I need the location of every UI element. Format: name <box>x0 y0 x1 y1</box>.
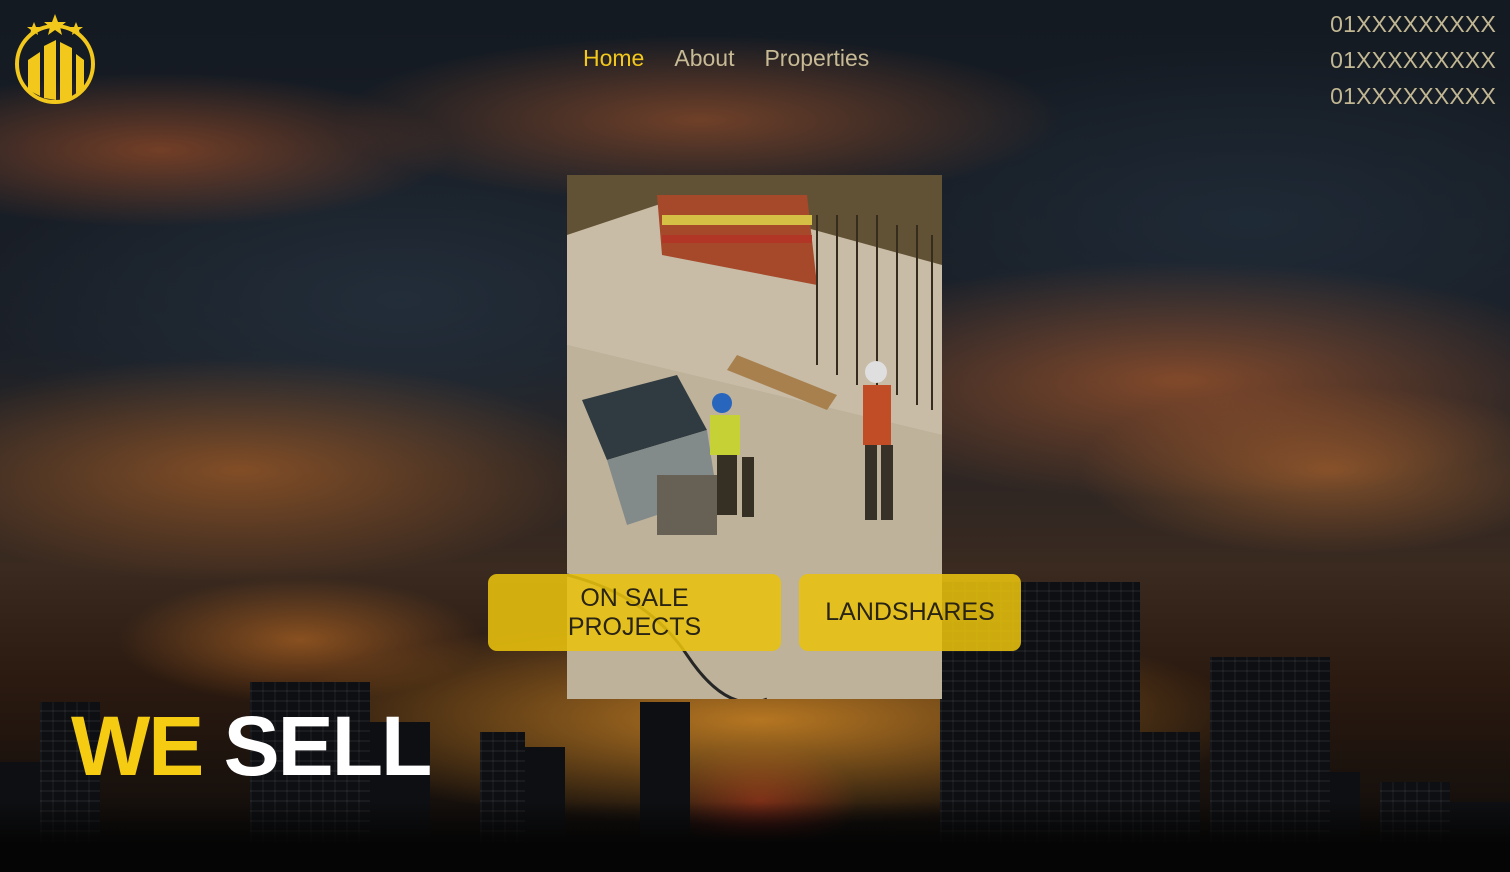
hero-buttons: ON SALE PROJECTS LANDSHARES <box>488 574 1021 651</box>
nav-properties[interactable]: Properties <box>764 44 869 72</box>
hero-tagline: WE SELL <box>71 699 433 793</box>
phone-number[interactable]: 01XXXXXXXXX <box>1330 42 1496 78</box>
tagline-we: WE <box>71 699 204 793</box>
tagline-sell: SELL <box>223 699 433 793</box>
contact-phones: 01XXXXXXXXX 01XXXXXXXXX 01XXXXXXXXX <box>1330 6 1496 114</box>
nav-about[interactable]: About <box>674 44 734 72</box>
phone-number[interactable]: 01XXXXXXXXX <box>1330 78 1496 114</box>
main-nav: Home About Properties <box>583 44 869 72</box>
nav-home[interactable]: Home <box>583 44 644 72</box>
landshares-button[interactable]: LANDSHARES <box>799 574 1021 651</box>
phone-number[interactable]: 01XXXXXXXXX <box>1330 6 1496 42</box>
on-sale-projects-button[interactable]: ON SALE PROJECTS <box>488 574 781 651</box>
brand-logo-icon[interactable] <box>12 12 98 104</box>
